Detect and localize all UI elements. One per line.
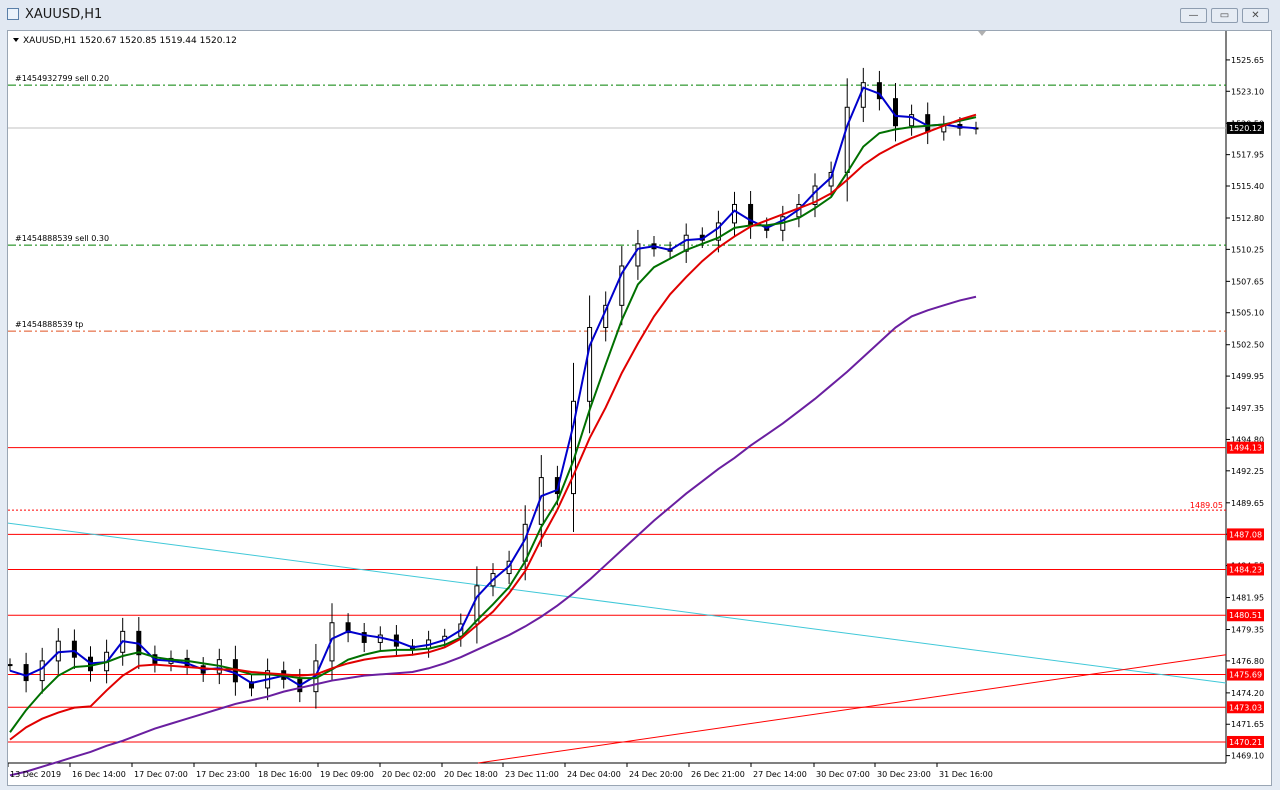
candle-body bbox=[23, 664, 29, 682]
y-tick-label: 1479.35 bbox=[1231, 626, 1264, 635]
candle-body bbox=[71, 640, 77, 658]
x-tick-label: 16 Dec 14:00 bbox=[72, 770, 126, 779]
x-tick-label: 24 Dec 20:00 bbox=[629, 770, 683, 779]
candle-body bbox=[587, 326, 593, 402]
price-level-label: 1475.69 bbox=[1229, 671, 1262, 680]
order-line-label: #1454888539 tp bbox=[15, 320, 83, 329]
candle-body bbox=[732, 203, 737, 224]
plot-background bbox=[8, 31, 1226, 763]
y-tick-label: 1489.65 bbox=[1231, 499, 1264, 508]
y-tick-label: 1505.10 bbox=[1231, 309, 1264, 318]
x-tick-label: 17 Dec 07:00 bbox=[134, 770, 188, 779]
x-tick-label: 24 Dec 04:00 bbox=[567, 770, 621, 779]
candle-body bbox=[55, 640, 61, 662]
x-tick-label: 30 Dec 23:00 bbox=[877, 770, 931, 779]
close-button[interactable]: ✕ bbox=[1242, 8, 1269, 23]
price-chart[interactable]: XAUUSD,H1 1520.67 1520.85 1519.44 1520.1… bbox=[7, 31, 1271, 785]
maximize-button[interactable]: ▭ bbox=[1211, 8, 1238, 23]
candle-body bbox=[748, 203, 754, 226]
x-tick-label: 27 Dec 14:00 bbox=[753, 770, 807, 779]
y-tick-label: 1517.95 bbox=[1231, 151, 1264, 160]
order-line-label: #1454932799 sell 0.20 bbox=[15, 74, 109, 83]
x-tick-label: 18 Dec 16:00 bbox=[258, 770, 312, 779]
candle-body bbox=[893, 98, 898, 127]
price-level-label: 1487.08 bbox=[1229, 530, 1262, 539]
x-tick-label: 20 Dec 18:00 bbox=[444, 770, 498, 779]
candle-body bbox=[925, 114, 931, 133]
price-level-label: 1494.13 bbox=[1229, 444, 1262, 453]
price-level-label: 1470.21 bbox=[1229, 738, 1262, 747]
y-tick-label: 1510.25 bbox=[1231, 245, 1264, 254]
title-bar[interactable]: XAUUSD,H1 — ▭ ✕ bbox=[0, 0, 1280, 30]
x-tick-label: 26 Dec 21:00 bbox=[691, 770, 745, 779]
y-tick-label: 1481.95 bbox=[1231, 594, 1264, 603]
candle-body bbox=[7, 664, 13, 667]
window-title: XAUUSD,H1 bbox=[25, 7, 103, 22]
order-line-label: #1454888539 sell 0.30 bbox=[15, 234, 109, 243]
candle-body bbox=[860, 82, 866, 108]
y-tick-label: 1476.80 bbox=[1231, 657, 1264, 666]
y-tick-label: 1507.65 bbox=[1231, 277, 1264, 286]
x-tick-label: 31 Dec 16:00 bbox=[939, 770, 993, 779]
price-level-label: 1473.03 bbox=[1229, 703, 1262, 712]
price-level-label: 1480.51 bbox=[1229, 611, 1262, 620]
minimize-button[interactable]: — bbox=[1180, 8, 1207, 23]
y-tick-label: 1512.80 bbox=[1231, 214, 1264, 223]
y-tick-label: 1492.25 bbox=[1231, 467, 1264, 476]
y-tick-label: 1499.95 bbox=[1231, 372, 1264, 381]
y-tick-label: 1497.35 bbox=[1231, 404, 1264, 413]
y-tick-label: 1502.50 bbox=[1231, 341, 1264, 350]
current-price-label: 1520.12 bbox=[1229, 124, 1262, 133]
y-tick-label: 1525.65 bbox=[1231, 56, 1264, 65]
price-level-label: 1489.05 bbox=[1190, 501, 1223, 510]
x-tick-label: 30 Dec 07:00 bbox=[816, 770, 870, 779]
x-tick-label: 20 Dec 02:00 bbox=[382, 770, 436, 779]
x-tick-label: 23 Dec 11:00 bbox=[505, 770, 559, 779]
candle-body bbox=[635, 243, 641, 267]
candle-body bbox=[844, 106, 850, 173]
y-tick-label: 1469.10 bbox=[1231, 752, 1264, 761]
candle-body bbox=[39, 660, 45, 682]
price-level-label: 1484.23 bbox=[1229, 565, 1262, 574]
chart-area[interactable]: XAUUSD,H1 1520.67 1520.85 1519.44 1520.1… bbox=[7, 30, 1272, 786]
x-tick-label: 13 Dec 2019 bbox=[10, 770, 61, 779]
y-tick-label: 1523.10 bbox=[1231, 87, 1264, 96]
chart-window-icon bbox=[7, 8, 19, 20]
y-tick-label: 1471.65 bbox=[1231, 720, 1264, 729]
chart-header-ohlc: XAUUSD,H1 1520.67 1520.85 1519.44 1520.1… bbox=[23, 36, 237, 46]
y-tick-label: 1474.20 bbox=[1231, 689, 1264, 698]
y-tick-label: 1515.40 bbox=[1231, 182, 1264, 191]
x-tick-label: 17 Dec 23:00 bbox=[196, 770, 250, 779]
terminal-window: XAUUSD,H1 — ▭ ✕ XAUUSD,H1 1520.67 1520.8… bbox=[0, 0, 1280, 790]
x-tick-label: 19 Dec 09:00 bbox=[320, 770, 374, 779]
